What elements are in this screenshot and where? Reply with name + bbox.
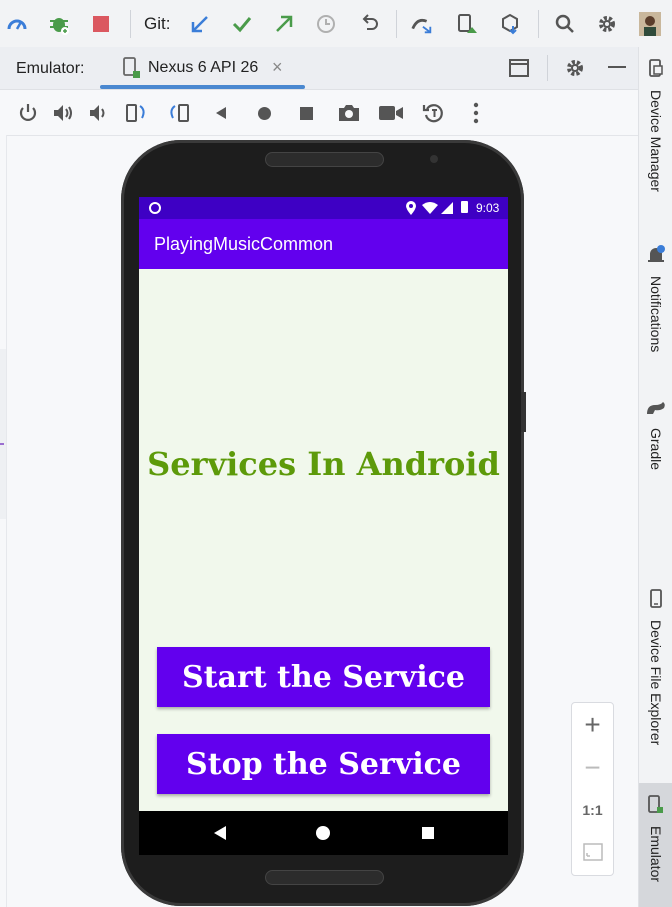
device-screen[interactable]: 9:03 PlayingMusicCommon Services In Andr… [139, 197, 508, 855]
zoom-controls: + − 1:1 [571, 702, 614, 876]
fit-screen-icon[interactable] [572, 832, 613, 872]
app-title: PlayingMusicCommon [154, 234, 334, 254]
update-project-icon[interactable] [188, 12, 212, 36]
home-icon[interactable] [251, 100, 277, 126]
screenrecord-icon[interactable] [378, 100, 404, 126]
push-icon[interactable] [272, 12, 296, 36]
sidebar-label: Device Manager [648, 90, 664, 192]
tab-close-icon[interactable]: × [272, 57, 283, 78]
battery-icon [461, 201, 468, 213]
overview-icon[interactable] [293, 100, 319, 126]
commit-icon[interactable] [230, 12, 254, 36]
tab-label: Nexus 6 API 26 [148, 59, 259, 76]
nav-home-icon[interactable] [316, 826, 330, 840]
main-toolbar: Git: [0, 0, 672, 48]
status-time: 9:03 [476, 201, 500, 215]
nav-overview-icon[interactable] [422, 827, 434, 839]
app-bar: PlayingMusicCommon [139, 219, 508, 269]
camera-icon[interactable] [336, 100, 362, 126]
sidebar-item-gradle[interactable]: Gradle [639, 399, 672, 470]
emulator-settings-icon[interactable] [564, 57, 586, 84]
power-icon[interactable] [15, 100, 41, 126]
more-options-icon[interactable] [463, 100, 489, 126]
emulator-icon [647, 795, 665, 820]
gradle-icon [645, 399, 667, 422]
sidebar-label: Device File Explorer [648, 620, 664, 746]
history-icon[interactable] [314, 12, 338, 36]
device-speaker-top [265, 152, 384, 167]
emulator-tab-bar: Emulator: Nexus 6 API 26 × [0, 47, 638, 90]
nav-back-icon[interactable] [214, 826, 226, 845]
volume-down-icon[interactable] [86, 100, 112, 126]
back-icon[interactable] [208, 100, 234, 126]
minimize-icon[interactable] [608, 66, 626, 68]
wifi-icon [422, 202, 438, 217]
zoom-out-button[interactable]: − [572, 748, 613, 788]
device-camera [430, 155, 438, 163]
profiler-icon[interactable] [5, 12, 29, 36]
debug-icon[interactable] [47, 12, 71, 36]
android-nav-bar [139, 811, 508, 855]
stop-icon[interactable] [89, 12, 113, 36]
device-icon [648, 589, 664, 614]
tab-nexus-6-api-26[interactable]: Nexus 6 API 26 × [100, 47, 305, 89]
emulator-label: Emulator: [16, 60, 85, 77]
notification-dot-icon [149, 202, 161, 214]
window-mode-icon[interactable] [508, 57, 530, 84]
rotate-right-icon[interactable] [166, 100, 192, 126]
device-tab-icon [122, 57, 142, 84]
android-status-bar: 9:03 [139, 197, 508, 219]
sidebar-item-device-file-explorer[interactable]: Device File Explorer [639, 589, 672, 745]
actual-size-button[interactable]: 1:1 [572, 790, 613, 830]
rollback-icon[interactable] [358, 12, 382, 36]
start-service-button[interactable]: Start the Service [157, 647, 490, 707]
active-tab-indicator [100, 85, 305, 89]
sidebar-item-notifications[interactable]: Notifications [639, 245, 672, 352]
snapshot-icon[interactable] [421, 100, 447, 126]
device-side-button [521, 392, 526, 432]
sidebar-item-emulator[interactable]: Emulator [639, 783, 672, 907]
device-manager-icon [647, 59, 665, 84]
device-speaker-bottom [265, 870, 384, 885]
device-manager-icon[interactable] [454, 12, 478, 36]
rotate-left-icon[interactable] [123, 100, 149, 126]
left-panel-edge [0, 135, 7, 907]
avatar[interactable] [638, 12, 662, 36]
device-sync-icon[interactable] [410, 12, 434, 36]
zoom-in-button[interactable]: + [572, 705, 613, 745]
stop-service-button[interactable]: Stop the Service [157, 734, 490, 794]
right-tool-window-bar: Device Manager Notifications Gradle Devi… [638, 47, 672, 907]
emulator-controls [0, 90, 638, 136]
signal-icon [441, 201, 453, 217]
sidebar-label: Notifications [648, 276, 664, 353]
bell-icon [646, 245, 666, 270]
volume-up-icon[interactable] [51, 100, 77, 126]
sidebar-item-device-manager[interactable]: Device Manager [639, 59, 672, 192]
sidebar-label: Gradle [648, 428, 664, 471]
sdk-manager-icon[interactable] [498, 12, 522, 36]
search-icon[interactable] [553, 12, 577, 36]
page-heading: Services In Android [147, 445, 500, 483]
settings-icon[interactable] [595, 12, 619, 36]
sidebar-label: Emulator [648, 826, 664, 883]
location-icon [406, 201, 416, 218]
git-label: Git: [144, 14, 171, 33]
